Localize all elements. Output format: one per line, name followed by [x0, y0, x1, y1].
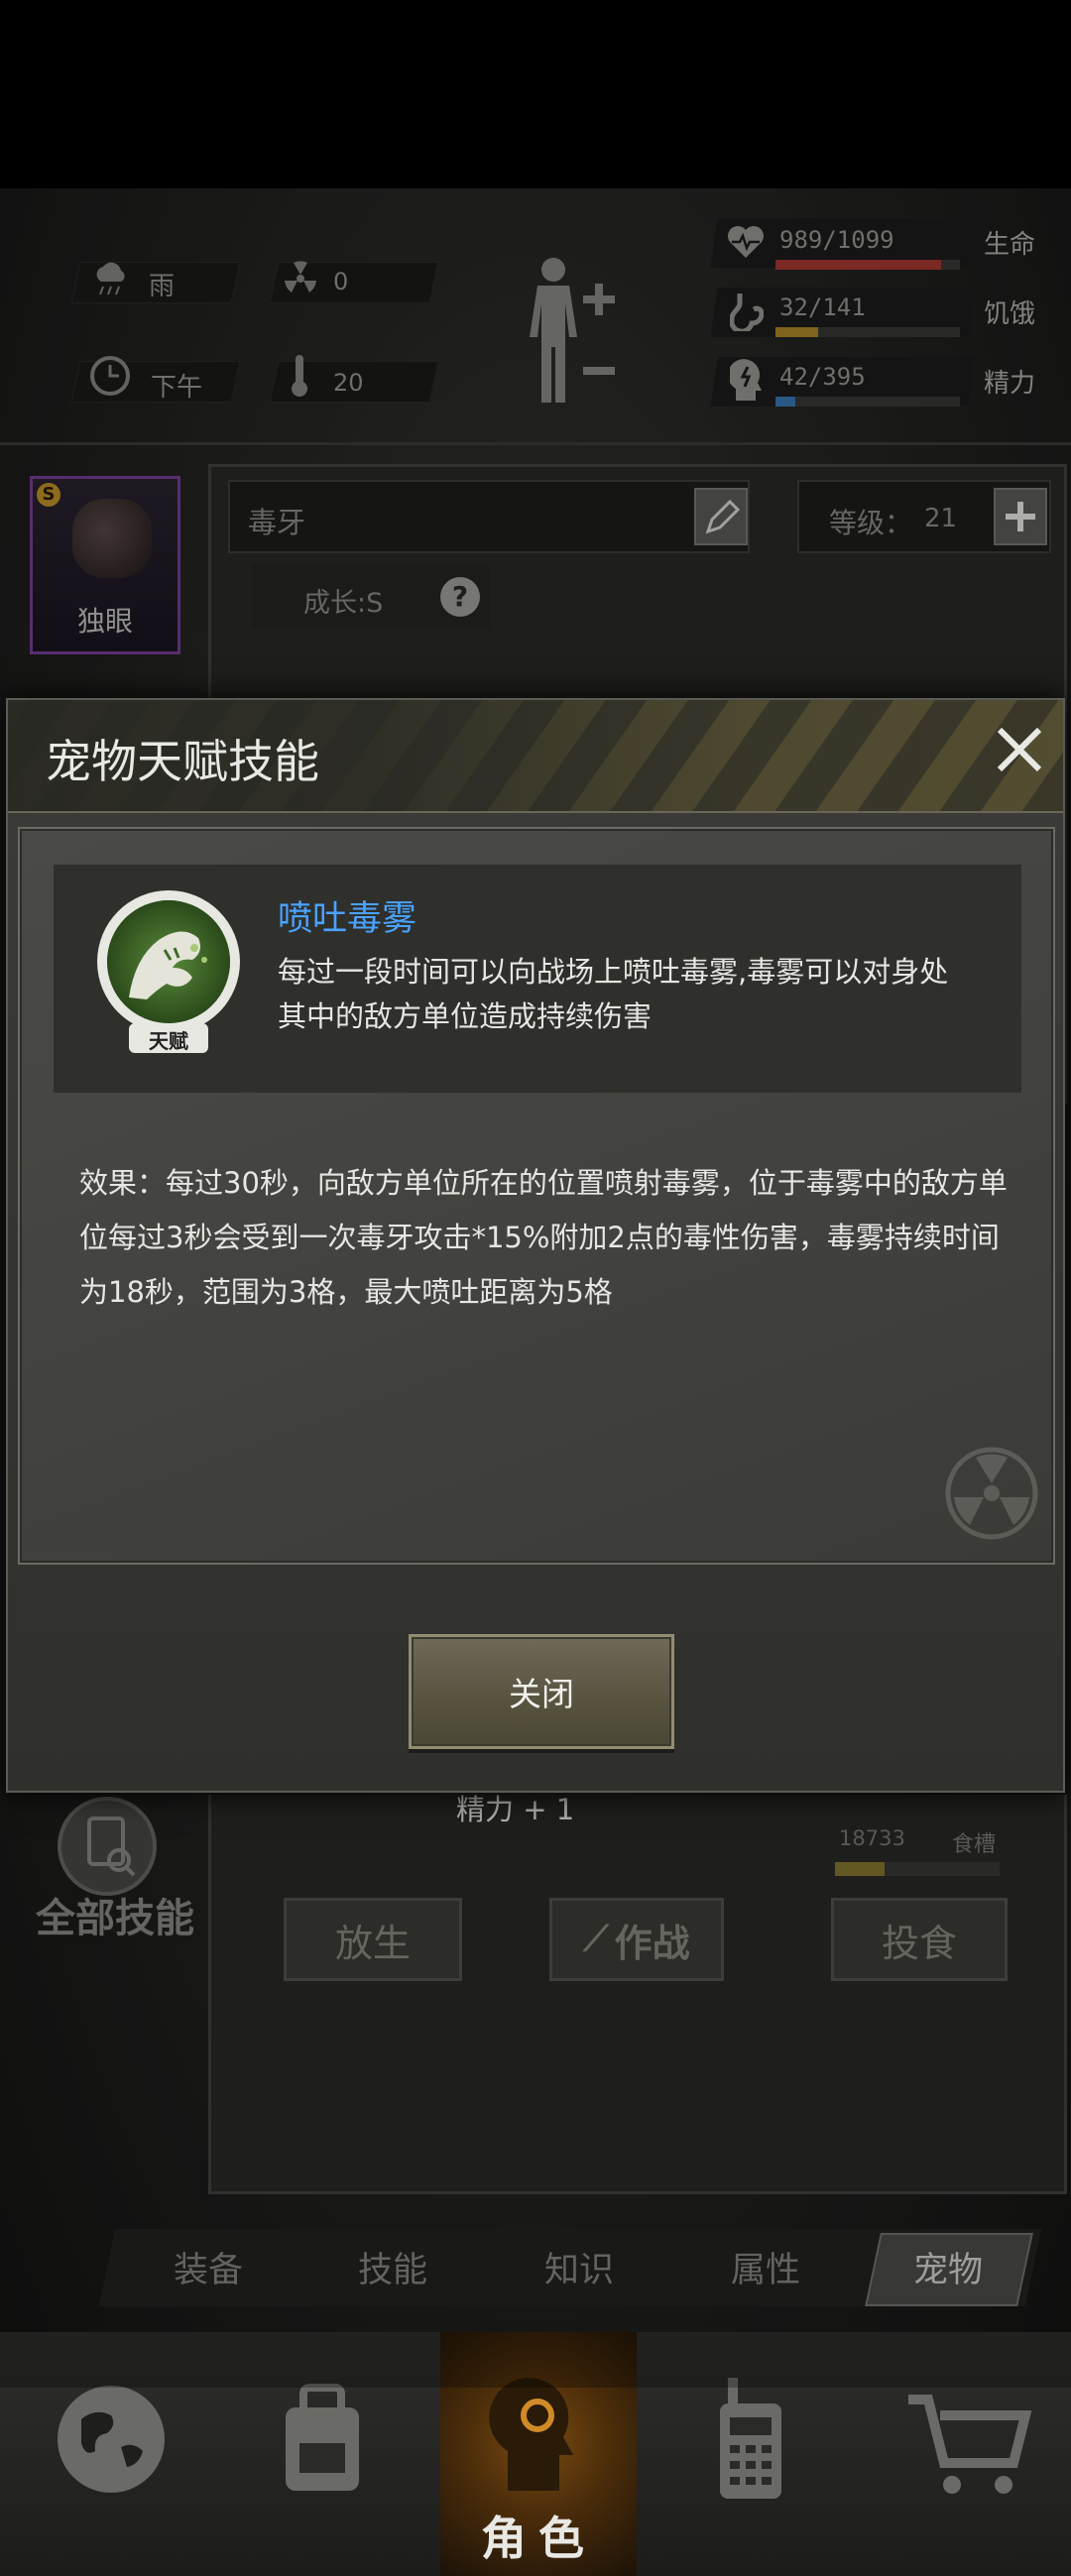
thermometer-icon [290, 353, 309, 403]
food-label: 食槽 [952, 1832, 997, 1857]
pet-name-field-text: 毒牙 [248, 506, 306, 539]
pet-name: 独眼 [76, 605, 133, 638]
health-value: 989/1099 [779, 226, 894, 254]
claw-icon: ⟋ [583, 1919, 609, 1959]
world-map-icon[interactable] [52, 2380, 171, 2503]
level-value: 21 [924, 504, 958, 533]
health-label: 生命 [984, 230, 1036, 260]
energy-value: 42/395 [779, 363, 866, 391]
dialog-title: 宠物天赋技能 [46, 735, 319, 788]
pet-talent-dialog: 宠物天赋技能 天赋 喷吐毒雾 每过一段时间可以向战场上喷吐毒雾,毒雾可以对身处其… [6, 698, 1065, 1793]
heart-icon [726, 224, 766, 264]
battle-button[interactable]: ⟋ 作战 [549, 1898, 724, 1981]
energy-bar [775, 397, 960, 407]
level-box: 等级： 21 [797, 480, 1051, 553]
tab-attributes[interactable]: 属性 [686, 2229, 845, 2304]
all-skills-label[interactable]: 全部技能 [36, 1886, 194, 1943]
battle-button-label: 作战 [614, 1921, 690, 1965]
pencil-icon [705, 499, 741, 534]
venom-snake-icon: 天赋 [95, 888, 242, 1059]
health-bar [775, 260, 960, 270]
rain-cloud-icon [91, 260, 131, 303]
character-nav-label: 角色 [481, 2512, 596, 2565]
food-bar [835, 1862, 1000, 1876]
dialog-content: 天赋 喷吐毒雾 每过一段时间可以向战场上喷吐毒雾,毒雾可以对身处其中的敌方单位造… [18, 827, 1055, 1565]
weather-text: 雨 [149, 272, 176, 301]
close-button[interactable]: 关闭 [409, 1634, 674, 1749]
pet-avatar-card[interactable]: S 独眼 [30, 476, 180, 654]
tab-equipment[interactable]: 装备 [129, 2229, 288, 2304]
talent-badge: 天赋 [149, 1029, 188, 1053]
tab-skills[interactable]: 技能 [313, 2229, 472, 2304]
backpack-icon[interactable] [268, 2382, 377, 2505]
skill-effect-text: 效果：每过30秒，向敌方单位所在的位置喷射毒雾，位于毒雾中的敌方单位每过3秒会受… [79, 1166, 1008, 1309]
dialog-header: 宠物天赋技能 [8, 700, 1063, 813]
energy-bonus-text: 精力 + 1 [456, 1793, 575, 1826]
food-value: 18733 [839, 1826, 905, 1850]
hunger-value: 32/141 [779, 293, 866, 321]
time-of-day: 下午 [151, 373, 203, 403]
hunger-label: 饥饿 [984, 299, 1036, 329]
skill-name: 喷吐毒雾 [278, 899, 417, 939]
stomach-icon [729, 292, 765, 335]
growth-text: 成长:S [303, 588, 384, 619]
temperature-value: 20 [333, 369, 364, 397]
body-status-icon[interactable] [516, 252, 625, 414]
plus-icon [1006, 502, 1035, 531]
edit-name-button[interactable] [694, 488, 748, 545]
tab-knowledge[interactable]: 知识 [500, 2229, 658, 2304]
level-label: 等级： [829, 507, 913, 539]
pet-actions-panel [208, 1795, 1067, 2194]
clock-icon [89, 355, 131, 401]
help-icon[interactable]: ? [440, 577, 480, 617]
head-energy-icon [728, 357, 766, 407]
pet-rank-badge: S [37, 483, 60, 507]
skill-description: 每过一段时间可以向战场上喷吐毒雾,毒雾可以对身处其中的敌方单位造成持续伤害 [278, 955, 949, 1033]
energy-label: 精力 [984, 369, 1036, 399]
shopping-cart-icon[interactable] [904, 2390, 1033, 2503]
pet-name-field[interactable]: 毒牙 [228, 480, 750, 553]
walkie-talkie-icon[interactable] [706, 2374, 795, 2507]
hunger-bar [775, 327, 960, 337]
radiation-icon [282, 260, 319, 301]
pet-portrait [72, 499, 152, 578]
skill-card: 天赋 喷吐毒雾 每过一段时间可以向战场上喷吐毒雾,毒雾可以对身处其中的敌方单位造… [54, 865, 1021, 1093]
release-button[interactable]: 放生 [284, 1898, 462, 1981]
close-icon[interactable] [990, 720, 1049, 779]
growth-box: 成长:S ? [252, 565, 490, 629]
head-gear-icon [489, 2378, 573, 2491]
divider [0, 442, 1071, 445]
radiation-watermark-icon [942, 1444, 1041, 1547]
radiation-value: 0 [333, 268, 349, 295]
feed-button[interactable]: 投食 [831, 1898, 1008, 1981]
level-up-button[interactable] [994, 488, 1047, 545]
tab-pet[interactable]: 宠物 [869, 2229, 1027, 2304]
character-nav-active[interactable]: 角色 [440, 2332, 637, 2576]
